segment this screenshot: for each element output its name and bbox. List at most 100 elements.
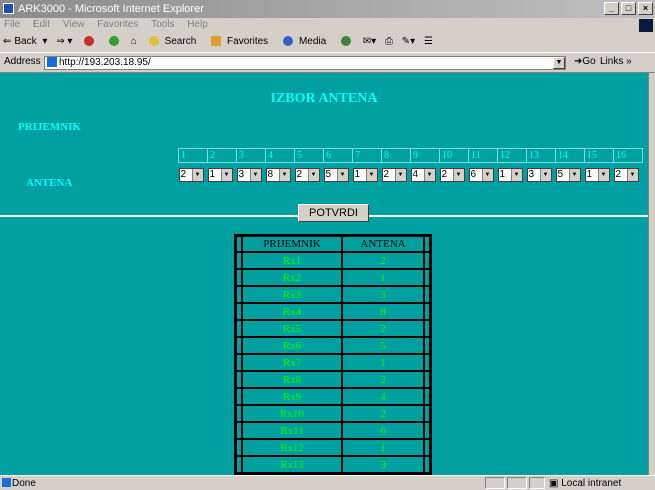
- cell-receiver: Rx10: [242, 405, 342, 422]
- title-bar: ARK3000 - Microsoft Internet Explorer _ …: [0, 0, 655, 18]
- search-icon: [148, 36, 159, 47]
- window-title: ARK3000 - Microsoft Internet Explorer: [18, 3, 204, 15]
- chevron-down-icon: ▼: [626, 169, 638, 181]
- toolbar: ⇐ Back ▾ ⇒ ▾ ⌂ Search Favorites Media ✉▾ …: [0, 32, 655, 52]
- page-icon: [47, 57, 57, 68]
- status-segment: [507, 477, 527, 489]
- menu-file[interactable]: File: [4, 19, 20, 30]
- forward-button[interactable]: ⇒ ▾: [56, 36, 72, 47]
- antenna-select-cell: 2 ▼: [381, 163, 411, 186]
- antenna-select[interactable]: 4 ▼: [410, 168, 436, 182]
- antenna-select[interactable]: 1 ▼: [207, 168, 233, 182]
- chevron-down-icon: ▼: [539, 169, 551, 181]
- chevron-down-icon: ▼: [249, 169, 261, 181]
- history-button[interactable]: [338, 36, 354, 47]
- media-label: Media: [298, 36, 327, 47]
- antenna-select[interactable]: 1 ▼: [497, 168, 523, 182]
- receiver-number: 13: [526, 148, 556, 163]
- status-segment: [529, 477, 545, 489]
- receiver-number: 15: [584, 148, 614, 163]
- chevron-down-icon: ▼: [452, 169, 464, 181]
- edit-button[interactable]: ✎▾: [402, 36, 415, 47]
- go-button[interactable]: ➜Go: [574, 56, 596, 67]
- antenna-select-cell: 2 ▼: [439, 163, 469, 186]
- maximize-button[interactable]: □: [621, 2, 636, 15]
- table-row: Rx1 2: [236, 252, 430, 269]
- table-edge: [424, 371, 430, 388]
- favorites-label: Favorites: [227, 36, 269, 47]
- status-text: Done: [12, 478, 36, 489]
- antenna-select[interactable]: 5 ▼: [555, 168, 581, 182]
- cell-receiver: Rx7: [242, 354, 342, 371]
- antenna-select[interactable]: 2 ▼: [178, 168, 204, 182]
- table-row: Rx10 2: [236, 405, 430, 422]
- links-button[interactable]: Links »: [600, 56, 632, 67]
- address-bar: Address http://193.203.18.95/ ▼ ➜Go Link…: [0, 52, 655, 73]
- status-segment: [485, 477, 505, 489]
- cell-antenna: 2: [342, 405, 424, 422]
- header-antenna: ANTENA: [342, 236, 424, 252]
- vertical-scrollbar[interactable]: [648, 73, 655, 475]
- cell-receiver: Rx6: [242, 337, 342, 354]
- receiver-number: 10: [439, 148, 469, 163]
- chevron-down-icon: ▼: [568, 169, 580, 181]
- table-edge: [424, 456, 430, 473]
- antenna-select[interactable]: 6 ▼: [468, 168, 494, 182]
- search-button[interactable]: Search: [146, 36, 200, 47]
- close-button[interactable]: ×: [638, 2, 653, 15]
- ie-page-icon: [2, 478, 11, 487]
- minimize-button[interactable]: _: [604, 2, 619, 15]
- back-label: Back: [14, 36, 37, 47]
- antenna-select[interactable]: 1 ▼: [352, 168, 378, 182]
- antenna-select[interactable]: 5 ▼: [323, 168, 349, 182]
- antenna-selection-table: 1 2 3 4 5 6 7 8 9 10 11 12 13 14 15 16 2 ▼ 1 ▼ 3 ▼ 8 ▼ 2 ▼ 5 ▼ 1 ▼ 2 ▼…: [178, 148, 643, 185]
- menu-tools[interactable]: Tools: [151, 19, 174, 30]
- antenna-select[interactable]: 8 ▼: [265, 168, 291, 182]
- address-dropdown[interactable]: ▼: [553, 57, 565, 69]
- refresh-button[interactable]: [106, 36, 122, 47]
- table-edge: [424, 303, 430, 320]
- cell-receiver: Rx8: [242, 371, 342, 388]
- menu-help[interactable]: Help: [187, 19, 208, 30]
- discuss-button[interactable]: ☰: [424, 36, 433, 47]
- receiver-label: PRIJEMNIK: [18, 121, 81, 133]
- favorites-button[interactable]: Favorites: [208, 36, 271, 47]
- stop-button[interactable]: [81, 36, 97, 47]
- home-button[interactable]: ⌂: [131, 36, 137, 47]
- confirm-button[interactable]: POTVRDI: [298, 204, 369, 222]
- table-row: Rx13 3: [236, 456, 430, 473]
- back-button[interactable]: ⇐ Back ▾: [3, 36, 47, 47]
- antenna-select-value: 3: [528, 169, 535, 180]
- receiver-number: 14: [555, 148, 585, 163]
- antenna-select-value: 5: [557, 169, 564, 180]
- media-button[interactable]: Media: [280, 36, 329, 47]
- menu-edit[interactable]: Edit: [33, 19, 50, 30]
- receiver-number: 1: [178, 148, 208, 163]
- antenna-select[interactable]: 1 ▼: [584, 168, 610, 182]
- table-edge: [424, 269, 430, 286]
- cell-antenna: 4: [342, 388, 424, 405]
- antenna-select[interactable]: 2 ▼: [294, 168, 320, 182]
- print-button[interactable]: ⎙: [385, 36, 393, 47]
- antenna-select[interactable]: 3 ▼: [236, 168, 262, 182]
- search-label: Search: [164, 36, 197, 47]
- table-row: Rx5 2: [236, 320, 430, 337]
- chevron-down-icon: ▼: [365, 169, 377, 181]
- antenna-select-cell: 1 ▼: [497, 163, 527, 186]
- antenna-select[interactable]: 2 ▼: [613, 168, 639, 182]
- antenna-select[interactable]: 2 ▼: [439, 168, 465, 182]
- header-receiver: PRIJEMNIK: [242, 236, 342, 252]
- history-icon: [340, 36, 351, 47]
- antenna-select[interactable]: 3 ▼: [526, 168, 552, 182]
- chevron-down-icon: ▼: [423, 169, 435, 181]
- mail-button[interactable]: ✉▾: [363, 36, 376, 47]
- menu-view[interactable]: View: [63, 19, 85, 30]
- windows-logo-icon: [639, 19, 653, 32]
- cell-antenna: 3: [342, 456, 424, 473]
- menu-favorites[interactable]: Favorites: [97, 19, 138, 30]
- antenna-select-value: 2: [615, 169, 622, 180]
- address-input[interactable]: http://193.203.18.95/: [44, 56, 566, 70]
- antenna-select[interactable]: 2 ▼: [381, 168, 407, 182]
- table-edge: [424, 337, 430, 354]
- antenna-select-cell: 4 ▼: [410, 163, 440, 186]
